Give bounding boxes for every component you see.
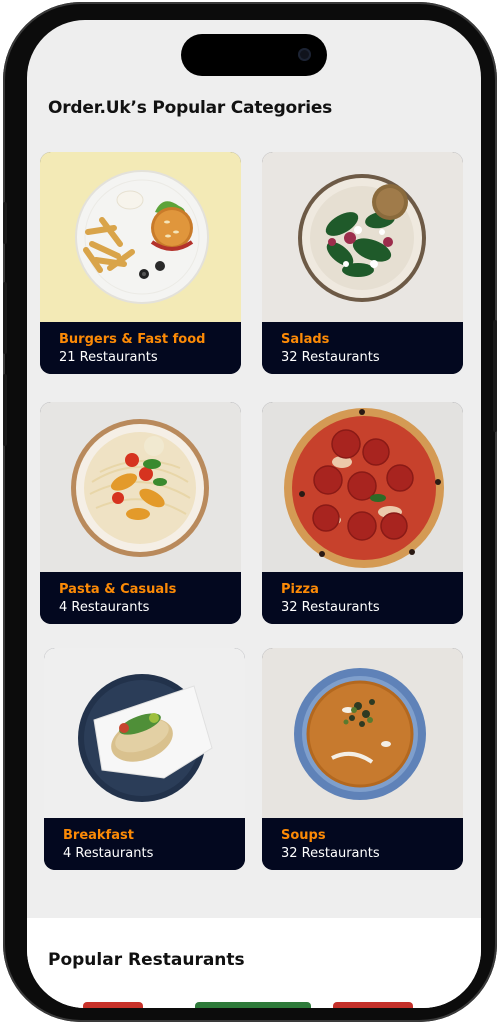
category-count: 4 Restaurants: [59, 600, 150, 615]
category-card-breakfast[interactable]: Breakfast 4 Restaurants: [44, 648, 245, 870]
category-name: Breakfast: [63, 828, 134, 843]
category-name: Pasta & Casuals: [59, 582, 177, 597]
screen: Order.Uk’s Popular Categories Burgers & …: [27, 20, 481, 1008]
volume-down-button: [3, 374, 7, 446]
action-button: [3, 202, 7, 244]
category-name: Salads: [281, 332, 330, 347]
restaurant-card-peek[interactable]: [195, 1002, 311, 1008]
category-card-pasta[interactable]: Pasta & Casuals 4 Restaurants: [40, 402, 241, 624]
category-count: 4 Restaurants: [63, 846, 154, 861]
soup-bowl-image: [262, 648, 463, 818]
restaurant-card-peek[interactable]: [83, 1002, 143, 1008]
categories-title: Order.Uk’s Popular Categories: [48, 98, 333, 118]
camera-icon: [298, 48, 311, 61]
power-button: [493, 320, 497, 432]
category-card-soups[interactable]: Soups 32 Restaurants: [262, 648, 463, 870]
breakfast-bagel-image: [44, 648, 245, 818]
category-label: Pizza 32 Restaurants: [262, 572, 463, 624]
category-count: 32 Restaurants: [281, 350, 380, 365]
volume-up-button: [3, 282, 7, 354]
category-count: 32 Restaurants: [281, 846, 380, 861]
category-card-pizza[interactable]: Pizza 32 Restaurants: [262, 402, 463, 624]
popular-restaurants-title: Popular Restaurants: [48, 950, 245, 970]
category-count: 32 Restaurants: [281, 600, 380, 615]
category-card-burgers[interactable]: Burgers & Fast food 21 Restaurants: [40, 152, 241, 374]
burger-plate-image: [40, 152, 241, 322]
pizza-image: [262, 402, 463, 572]
dynamic-island: [181, 34, 327, 76]
category-label: Salads 32 Restaurants: [262, 322, 463, 374]
popular-restaurants-section: Popular Restaurants: [27, 918, 481, 1008]
salad-bowl-image: [262, 152, 463, 322]
category-name: Pizza: [281, 582, 319, 597]
category-card-salads[interactable]: Salads 32 Restaurants: [262, 152, 463, 374]
pasta-plate-image: [40, 402, 241, 572]
category-count: 21 Restaurants: [59, 350, 158, 365]
category-name: Soups: [281, 828, 326, 843]
category-name: Burgers & Fast food: [59, 332, 206, 347]
category-label: Breakfast 4 Restaurants: [44, 818, 245, 870]
category-label: Soups 32 Restaurants: [262, 818, 463, 870]
restaurant-card-peek[interactable]: [333, 1002, 413, 1008]
phone-frame: Order.Uk’s Popular Categories Burgers & …: [3, 2, 497, 1022]
category-label: Burgers & Fast food 21 Restaurants: [40, 322, 241, 374]
category-label: Pasta & Casuals 4 Restaurants: [40, 572, 241, 624]
